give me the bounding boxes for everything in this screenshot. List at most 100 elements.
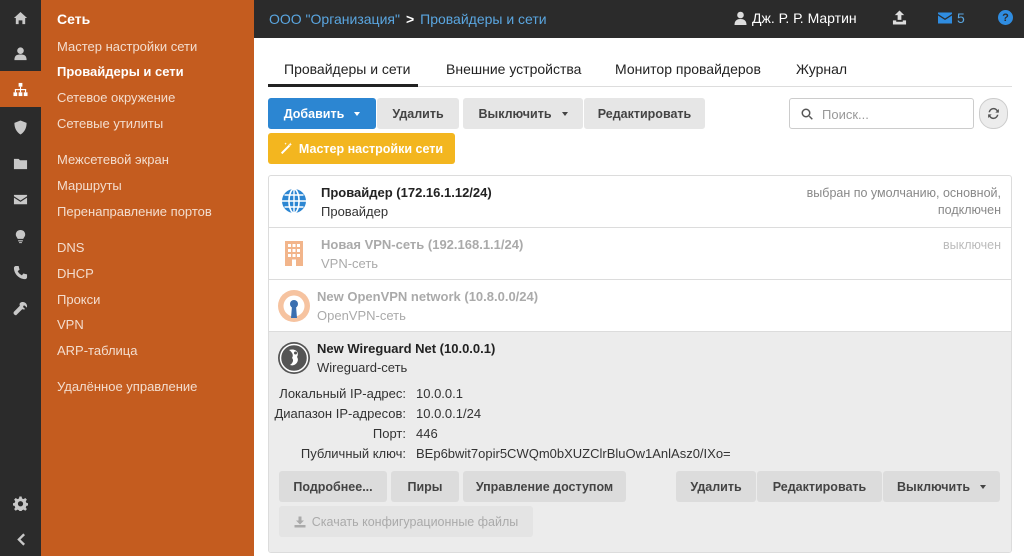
phone-icon [13, 265, 28, 279]
upload-icon [892, 10, 907, 25]
public-key-label: Публичный ключ: [300, 446, 406, 461]
lightbulb-icon [15, 229, 26, 243]
download-config-label: Скачать конфигурационные файлы [311, 514, 519, 529]
nav-item-network-wizard[interactable]: Мастер настройки сети [57, 39, 197, 54]
openvpn-icon [278, 290, 310, 322]
nav-item-vpn[interactable]: VPN [57, 317, 84, 332]
messages-count: 5 [957, 10, 965, 26]
nav-title: Сеть [57, 11, 91, 27]
rail-telephony[interactable] [0, 254, 41, 290]
active-tab-indicator [268, 84, 418, 87]
port-label: Порт: [372, 426, 406, 441]
rail-tools[interactable] [0, 290, 41, 326]
nav-item-port-forwarding[interactable]: Перенаправление портов [57, 204, 212, 219]
nav-item-network-environment[interactable]: Сетевое окружение [57, 90, 175, 105]
nav-item-dns[interactable]: DNS [57, 240, 84, 255]
nav-item-firewall[interactable]: Межсетевой экран [57, 152, 169, 167]
user-icon [734, 11, 747, 25]
refresh-button[interactable] [979, 98, 1008, 129]
shield-icon [14, 119, 27, 135]
disable-button-label: Выключить [478, 106, 552, 121]
upload-button[interactable] [892, 10, 907, 28]
tab-providers[interactable]: Провайдеры и сети [284, 61, 410, 77]
breadcrumb-org[interactable]: ООО "Организация" [269, 11, 400, 27]
disable-button[interactable]: Выключить [463, 98, 583, 129]
local-ip-value: 10.0.0.1 [416, 386, 463, 401]
building-icon [285, 241, 303, 266]
nav-item-dhcp[interactable]: DHCP [57, 266, 94, 281]
row-disable-button[interactable]: Выключить [883, 471, 1000, 502]
tab-bar: Провайдеры и сети Внешние устройства Мон… [268, 52, 1012, 87]
tab-provider-monitor[interactable]: Монитор провайдеров [615, 61, 761, 77]
network-type: OpenVPN-сеть [317, 308, 406, 323]
local-ip-label: Локальный IP-адрес: [279, 386, 406, 401]
sitemap-icon [13, 82, 28, 96]
rail-collapse[interactable] [0, 521, 41, 556]
network-type: VPN-сеть [321, 256, 379, 271]
rail-mail[interactable] [0, 181, 41, 217]
network-title: Провайдер (172.16.1.12/24) [321, 185, 492, 200]
add-button[interactable]: Добавить [268, 98, 376, 129]
add-button-label: Добавить [283, 106, 345, 121]
network-status-line2: подключен [937, 203, 1001, 217]
rail-ideas[interactable] [0, 218, 41, 254]
row-disable-label: Выключить [897, 479, 970, 494]
nav-item-proxy[interactable]: Прокси [57, 292, 100, 307]
network-wizard-button[interactable]: Мастер настройки сети [268, 133, 455, 164]
delete-button-label: Удалить [392, 106, 444, 121]
network-status-line1: выключен [943, 238, 1001, 252]
top-bar: ООО "Организация" > Провайдеры и сети Дж. … [254, 0, 1024, 38]
rail-users[interactable] [0, 35, 41, 71]
rail-network[interactable] [0, 71, 41, 107]
network-row-wireguard[interactable]: New Wireguard Net (10.0.0.1) Wireguard-с… [269, 332, 1011, 552]
nav-item-providers[interactable]: Провайдеры и сети [57, 64, 184, 79]
user-menu[interactable]: Дж. Р. Р. Мартин [734, 10, 857, 26]
tab-log[interactable]: Журнал [796, 61, 847, 77]
delete-button[interactable]: Удалить [377, 98, 459, 129]
row-delete-button[interactable]: Удалить [676, 471, 756, 502]
ip-range-label: Диапазон IP-адресов: [274, 406, 406, 421]
network-list: Провайдер (172.16.1.12/24) Провайдер выб… [268, 175, 1012, 553]
caret-down-icon [354, 111, 361, 116]
network-title: New OpenVPN network (10.8.0.0/24) [317, 289, 539, 304]
section-nav: Сеть Мастер настройки сети Провайдеры и … [41, 0, 254, 556]
edit-button[interactable]: Редактировать [584, 98, 705, 129]
wrench-icon [13, 301, 28, 315]
help-button[interactable]: ? [998, 10, 1013, 25]
network-row-openvpn[interactable]: New OpenVPN network (10.8.0.0/24) OpenVP… [269, 280, 1011, 332]
nav-item-arp-table[interactable]: ARP-таблица [57, 343, 137, 358]
download-config-button[interactable]: Скачать конфигурационные файлы [279, 506, 533, 537]
rail-files[interactable] [0, 145, 41, 181]
rail-home[interactable] [0, 0, 41, 36]
messages-button[interactable]: 5 [938, 10, 965, 26]
user-name: Дж. Р. Р. Мартин [752, 10, 857, 26]
chevron-left-icon [17, 532, 25, 546]
peers-button[interactable]: Пиры [391, 471, 459, 502]
globe-icon [282, 188, 306, 214]
home-icon [13, 11, 28, 24]
rail-settings[interactable] [0, 485, 41, 521]
network-type: Wireguard-сеть [317, 360, 408, 375]
nav-item-routes[interactable]: Маршруты [57, 178, 122, 193]
network-row-provider[interactable]: Провайдер (172.16.1.12/24) Провайдер выб… [269, 176, 1011, 228]
search-icon [801, 108, 813, 120]
download-icon [294, 516, 306, 527]
search-box [789, 98, 974, 129]
network-type: Провайдер [321, 204, 389, 219]
access-control-button[interactable]: Управление доступом [463, 471, 626, 502]
tab-external-devices[interactable]: Внешние устройства [446, 61, 581, 77]
edit-button-label: Редактировать [597, 106, 692, 121]
wireguard-icon [278, 342, 310, 374]
nav-item-network-utilities[interactable]: Сетевые утилиты [57, 116, 163, 131]
network-title: New Wireguard Net (10.0.0.1) [317, 341, 496, 356]
row-edit-button[interactable]: Редактировать [757, 471, 882, 502]
search-input[interactable] [822, 105, 962, 123]
breadcrumb-page[interactable]: Провайдеры и сети [420, 11, 546, 27]
network-wizard-label: Мастер настройки сети [298, 141, 444, 156]
rail-security[interactable] [0, 109, 41, 145]
public-key-value: BEp6bwit7opir5CWQm0bXUZClrBluOw1AnlAsz0/… [416, 446, 731, 461]
port-value: 446 [416, 426, 438, 441]
network-row-vpn[interactable]: Новая VPN-сеть (192.168.1.1/24) VPN-сеть… [269, 228, 1011, 280]
details-button[interactable]: Подробнее... [279, 471, 387, 502]
nav-item-remote-management[interactable]: Удалённое управление [57, 379, 197, 394]
